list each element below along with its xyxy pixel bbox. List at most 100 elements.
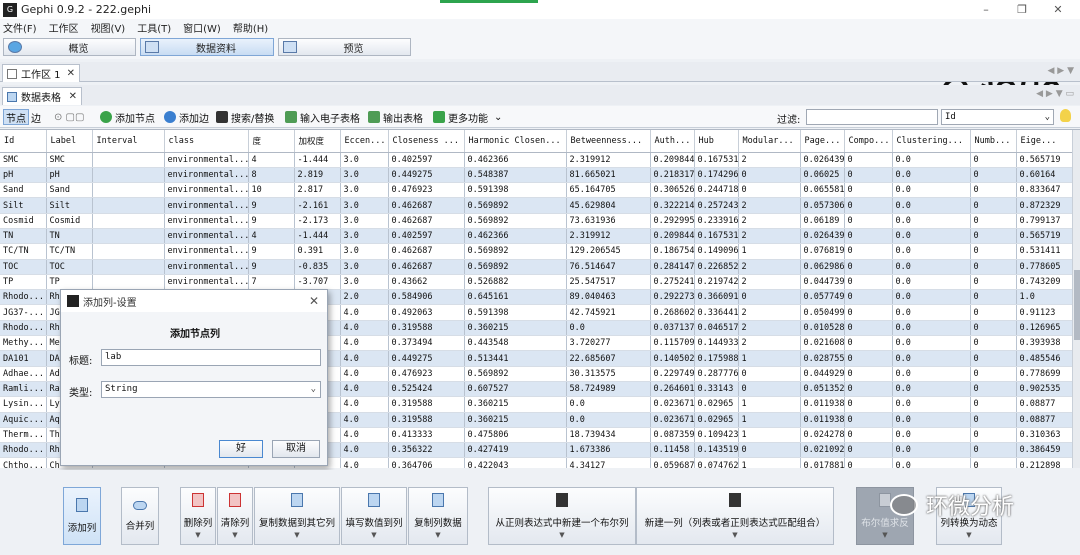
column-type-select[interactable]: String ⌄ <box>101 381 321 398</box>
tab-data-table[interactable]: 数据表格 ✕ <box>2 87 82 105</box>
table-cell[interactable]: JG37-... <box>0 304 47 321</box>
table-cell[interactable]: DA101 <box>0 350 47 367</box>
table-cell[interactable]: 0 <box>738 442 801 459</box>
table-cell[interactable]: 0.0 <box>892 442 971 459</box>
table-cell[interactable]: 0.462366 <box>464 228 567 245</box>
table-cell[interactable]: 0 <box>844 427 893 444</box>
table-cell[interactable]: 0.292995 <box>650 213 695 229</box>
table-cell[interactable]: 0.0 <box>566 412 651 428</box>
close-tab-icon[interactable]: ✕ <box>69 91 77 102</box>
table-cell[interactable]: 0.0 <box>892 350 971 367</box>
column-header[interactable]: class <box>164 130 249 153</box>
table-cell[interactable]: 0.044739 <box>800 274 845 291</box>
table-cell[interactable]: 0 <box>970 412 1017 428</box>
table-cell[interactable]: 0.548387 <box>464 167 567 184</box>
table-cell[interactable]: 0 <box>844 442 893 459</box>
duplicate-column-button[interactable]: 复制列数据 ▼ <box>408 487 468 545</box>
table-cell[interactable]: environmental... <box>164 243 249 260</box>
table-cell[interactable]: 0.462687 <box>388 197 465 214</box>
table-cell[interactable]: 0 <box>970 289 1017 306</box>
table-cell[interactable]: 0.33143 <box>694 381 739 398</box>
lightbulb-icon[interactable] <box>1060 109 1071 122</box>
table-cell[interactable]: 9 <box>248 213 295 229</box>
table-cell[interactable]: 4.0 <box>340 320 389 337</box>
table-cell[interactable]: 0.0 <box>892 366 971 382</box>
table-cell[interactable]: 0 <box>844 167 893 184</box>
restore-button[interactable]: ❐ <box>1004 0 1040 19</box>
table-cell[interactable] <box>92 182 165 199</box>
table-cell[interactable]: Cosmid <box>0 213 47 229</box>
overview-mode-button[interactable]: 概览 <box>3 38 136 56</box>
table-cell[interactable]: 2 <box>738 259 801 275</box>
table-cell[interactable]: 0.0 <box>892 152 971 168</box>
table-cell[interactable]: 0.485546 <box>1016 350 1077 367</box>
column-header[interactable]: Harmonic Closen... <box>464 130 567 153</box>
table-cell[interactable]: -1.444 <box>294 228 341 245</box>
table-cell[interactable]: 0.264601 <box>650 381 695 398</box>
table-row[interactable]: Sand Sand environmental... 10 2.817 3.0 0.4769… <box>0 182 1077 199</box>
table-cell[interactable]: TC/TN <box>0 243 47 260</box>
column-header[interactable]: Modular... <box>738 130 801 153</box>
table-cell[interactable]: 4.0 <box>340 335 389 352</box>
filter-column-select[interactable]: Id ⌄ <box>941 109 1054 125</box>
table-cell[interactable]: 0.268602 <box>650 304 695 321</box>
table-cell[interactable]: Silt <box>0 197 47 214</box>
table-cell[interactable]: 0.872329 <box>1016 197 1077 214</box>
table-cell[interactable]: SMC <box>0 152 47 168</box>
menu-view[interactable]: 视图(V) <box>91 20 126 35</box>
table-cell[interactable]: 0.115709 <box>650 335 695 352</box>
table-cell[interactable]: 0 <box>844 335 893 352</box>
table-cell[interactable]: 0.011938 <box>800 396 845 413</box>
table-cell[interactable]: 4.0 <box>340 427 389 444</box>
table-cell[interactable]: 3.0 <box>340 152 389 168</box>
table-cell[interactable]: Methy... <box>0 335 47 352</box>
table-cell[interactable]: 0.449275 <box>388 167 465 184</box>
table-cell[interactable]: 129.206545 <box>566 243 651 260</box>
table-cell[interactable]: 0.569892 <box>464 197 567 214</box>
scrollbar-thumb[interactable] <box>1074 270 1080 340</box>
table-cell[interactable]: 0.310363 <box>1016 427 1077 444</box>
column-header[interactable]: Interval <box>92 130 165 153</box>
table-cell[interactable]: 0 <box>844 381 893 398</box>
table-cell[interactable]: 89.040463 <box>566 289 651 306</box>
table-cell[interactable]: 0.569892 <box>464 213 567 229</box>
table-cell[interactable]: 0.062986 <box>800 259 845 275</box>
table-cell[interactable]: 45.629804 <box>566 197 651 214</box>
table-cell[interactable]: -2.161 <box>294 197 341 214</box>
column-header[interactable]: 度 <box>248 130 295 153</box>
table-cell[interactable]: 76.514647 <box>566 259 651 275</box>
table-cell[interactable]: -3.707 <box>294 274 341 291</box>
table-cell[interactable]: 0.306526 <box>650 182 695 199</box>
table-cell[interactable]: environmental... <box>164 259 249 275</box>
table-cell[interactable]: 9 <box>248 243 295 260</box>
table-cell[interactable]: 0.799137 <box>1016 213 1077 229</box>
table-cell[interactable]: 0.167531 <box>694 152 739 168</box>
table-cell[interactable]: 0.0 <box>566 320 651 337</box>
column-header[interactable]: 加权度 <box>294 130 341 153</box>
table-cell[interactable]: 3.0 <box>340 243 389 260</box>
column-header[interactable]: Clustering... <box>892 130 971 153</box>
nodes-toggle[interactable]: 节点 <box>3 109 29 125</box>
table-cell[interactable]: 73.631936 <box>566 213 651 229</box>
table-cell[interactable]: 0.360215 <box>464 412 567 428</box>
table-cell[interactable]: 0 <box>844 412 893 428</box>
table-cell[interactable]: 0.743209 <box>1016 274 1077 291</box>
table-cell[interactable]: pH <box>46 167 93 184</box>
table-cell[interactable]: 2 <box>738 152 801 168</box>
ok-button[interactable]: 好 <box>219 440 263 458</box>
table-cell[interactable]: 0.028755 <box>800 350 845 367</box>
table-cell[interactable]: 2 <box>738 335 801 352</box>
table-cell[interactable]: 30.313575 <box>566 366 651 382</box>
column-header[interactable]: Compo... <box>844 130 893 153</box>
table-cell[interactable]: environmental... <box>164 197 249 214</box>
table-cell[interactable]: environmental... <box>164 274 249 291</box>
table-cell[interactable]: Rhodo... <box>0 442 47 459</box>
table-cell[interactable]: 0 <box>844 457 893 468</box>
column-header[interactable]: Auth... <box>650 130 695 153</box>
table-cell[interactable]: 4 <box>248 152 295 168</box>
table-cell[interactable]: 0 <box>844 274 893 291</box>
table-cell[interactable]: 0.591398 <box>464 182 567 199</box>
table-cell[interactable]: 0.218317 <box>650 167 695 184</box>
table-cell[interactable]: 0.91123 <box>1016 304 1077 321</box>
table-cell[interactable]: Rhodo... <box>0 320 47 337</box>
